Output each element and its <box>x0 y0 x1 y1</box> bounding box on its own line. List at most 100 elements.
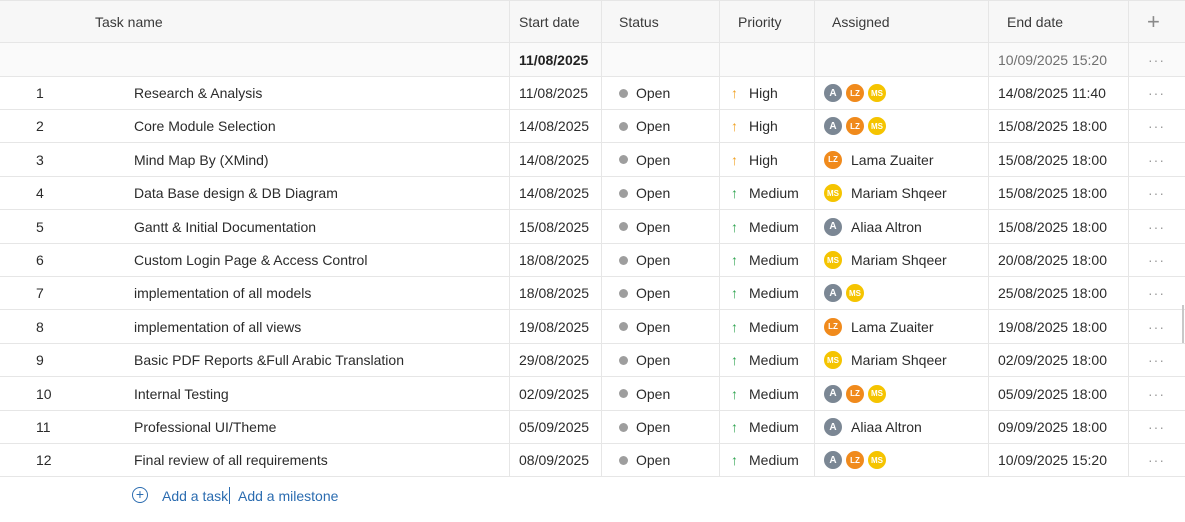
end-date[interactable]: 10/09/2025 15:20 <box>998 444 1107 476</box>
more-options-icon[interactable]: ··· <box>1148 211 1165 243</box>
priority-cell[interactable]: ↑ Medium <box>731 444 799 476</box>
status-cell[interactable]: Open <box>619 144 670 176</box>
more-options-icon[interactable]: ··· <box>1148 344 1165 376</box>
start-date[interactable]: 18/08/2025 <box>519 277 589 309</box>
end-date[interactable]: 15/08/2025 18:00 <box>998 144 1107 176</box>
assigned-cell[interactable]: A LZ MS <box>823 110 895 142</box>
end-date[interactable]: 15/08/2025 18:00 <box>998 177 1107 209</box>
column-header-status[interactable]: Status <box>619 1 659 42</box>
status-cell[interactable]: Open <box>619 211 670 243</box>
end-date[interactable]: 05/09/2025 18:00 <box>998 378 1107 410</box>
end-date[interactable]: 15/08/2025 18:00 <box>998 211 1107 243</box>
table-row[interactable]: 10 Internal Testing 02/09/2025 Open ↑ Medium A… <box>0 378 1185 411</box>
task-name[interactable]: Data Base design & DB Diagram <box>134 177 338 209</box>
table-row[interactable]: 9 Basic PDF Reports &Full Arabic Translat… <box>0 344 1185 378</box>
more-options-icon[interactable]: ··· <box>1148 444 1165 476</box>
task-name[interactable]: Core Module Selection <box>134 110 276 142</box>
end-date[interactable]: 25/08/2025 18:00 <box>998 277 1107 309</box>
task-name[interactable]: implementation of all models <box>134 277 311 309</box>
status-cell[interactable]: Open <box>619 110 670 142</box>
task-name[interactable]: Custom Login Page & Access Control <box>134 244 367 276</box>
more-options-icon[interactable]: ··· <box>1148 411 1165 443</box>
start-date[interactable]: 05/09/2025 <box>519 411 589 443</box>
priority-cell[interactable]: ↑ High <box>731 144 778 176</box>
start-date[interactable]: 14/08/2025 <box>519 144 589 176</box>
start-date[interactable]: 11/08/2025 <box>519 77 588 109</box>
priority-cell[interactable]: ↑ Medium <box>731 277 799 309</box>
column-header-priority[interactable]: Priority <box>738 1 782 42</box>
more-options-icon[interactable]: ··· <box>1148 43 1165 76</box>
task-name[interactable]: Professional UI/Theme <box>134 411 276 443</box>
task-name[interactable]: Final review of all requirements <box>134 444 328 476</box>
assigned-cell[interactable]: LZ Lama Zuaiter <box>823 144 933 176</box>
assigned-cell[interactable]: MS Mariam Shqeer <box>823 177 947 209</box>
status-cell[interactable]: Open <box>619 444 670 476</box>
assigned-cell[interactable]: MS Mariam Shqeer <box>823 244 947 276</box>
assigned-cell[interactable]: A LZ MS <box>823 444 895 476</box>
priority-cell[interactable]: ↑ High <box>731 110 778 142</box>
column-header-start-date[interactable]: Start date <box>519 1 580 42</box>
assigned-cell[interactable]: MS Mariam Shqeer <box>823 344 947 376</box>
status-cell[interactable]: Open <box>619 344 670 376</box>
priority-cell[interactable]: ↑ Medium <box>731 378 799 410</box>
assigned-cell[interactable]: LZ Lama Zuaiter <box>823 311 933 343</box>
end-date[interactable]: 15/08/2025 18:00 <box>998 110 1107 142</box>
priority-cell[interactable]: ↑ Medium <box>731 177 799 209</box>
table-row[interactable]: 3 Mind Map By (XMind) 14/08/2025 Open ↑ High L… <box>0 144 1185 177</box>
task-name[interactable]: Basic PDF Reports &Full Arabic Translati… <box>134 344 404 376</box>
status-cell[interactable]: Open <box>619 244 670 276</box>
assigned-cell[interactable]: A Aliaa Altron <box>823 411 922 443</box>
task-name[interactable]: implementation of all views <box>134 311 301 343</box>
assigned-cell[interactable]: A Aliaa Altron <box>823 211 922 243</box>
start-date[interactable]: 02/09/2025 <box>519 378 589 410</box>
task-name[interactable]: Gantt & Initial Documentation <box>134 211 316 243</box>
table-row[interactable]: 4 Data Base design & DB Diagram 14/08/2025… <box>0 177 1185 211</box>
table-row[interactable]: 11 Professional UI/Theme 05/09/2025 Open ↑ Me… <box>0 411 1185 444</box>
start-date[interactable]: 19/08/2025 <box>519 311 589 343</box>
status-cell[interactable]: Open <box>619 177 670 209</box>
assigned-cell[interactable]: A LZ MS <box>823 77 895 109</box>
status-cell[interactable]: Open <box>619 77 670 109</box>
status-cell[interactable]: Open <box>619 378 670 410</box>
table-row[interactable]: 5 Gantt & Initial Documentation 15/08/2025… <box>0 211 1185 244</box>
scrollbar[interactable] <box>1182 305 1184 343</box>
more-options-icon[interactable]: ··· <box>1148 244 1165 276</box>
start-date[interactable]: 15/08/2025 <box>519 211 589 243</box>
more-options-icon[interactable]: ··· <box>1148 77 1165 109</box>
priority-cell[interactable]: ↑ Medium <box>731 411 799 443</box>
assigned-cell[interactable]: A LZ MS <box>823 378 895 410</box>
end-date[interactable]: 19/08/2025 18:00 <box>998 311 1107 343</box>
add-circle-icon[interactable]: + <box>132 487 148 503</box>
add-column-icon[interactable]: + <box>1147 1 1160 42</box>
status-cell[interactable]: Open <box>619 411 670 443</box>
column-header-end-date[interactable]: End date <box>1007 1 1063 42</box>
status-cell[interactable]: Open <box>619 311 670 343</box>
end-date[interactable]: 20/08/2025 18:00 <box>998 244 1107 276</box>
column-header-assigned[interactable]: Assigned <box>832 1 890 42</box>
priority-cell[interactable]: ↑ Medium <box>731 211 799 243</box>
start-date[interactable]: 14/08/2025 <box>519 110 589 142</box>
table-row[interactable]: 8 implementation of all views 19/08/2025 Op… <box>0 311 1185 344</box>
column-header-task-name[interactable]: Task name <box>95 1 163 42</box>
add-milestone-link[interactable]: Add a milestone <box>238 488 338 504</box>
more-options-icon[interactable]: ··· <box>1148 110 1165 142</box>
status-cell[interactable]: Open <box>619 277 670 309</box>
end-date[interactable]: 14/08/2025 11:40 <box>998 77 1106 109</box>
end-date[interactable]: 02/09/2025 18:00 <box>998 344 1107 376</box>
priority-cell[interactable]: ↑ Medium <box>731 244 799 276</box>
more-options-icon[interactable]: ··· <box>1148 277 1165 309</box>
start-date[interactable]: 18/08/2025 <box>519 244 589 276</box>
table-row[interactable]: 6 Custom Login Page & Access Control 18/08… <box>0 244 1185 277</box>
more-options-icon[interactable]: ··· <box>1148 144 1165 176</box>
priority-cell[interactable]: ↑ Medium <box>731 344 799 376</box>
more-options-icon[interactable]: ··· <box>1148 311 1165 343</box>
table-row[interactable]: 7 implementation of all models 18/08/2025 O… <box>0 277 1185 311</box>
task-name[interactable]: Research & Analysis <box>134 77 262 109</box>
more-options-icon[interactable]: ··· <box>1148 378 1165 410</box>
start-date[interactable]: 08/09/2025 <box>519 444 589 476</box>
priority-cell[interactable]: ↑ Medium <box>731 311 799 343</box>
end-date[interactable]: 09/09/2025 18:00 <box>998 411 1107 443</box>
table-row[interactable]: 12 Final review of all requirements 08/09/… <box>0 444 1185 478</box>
table-row[interactable]: 2 Core Module Selection 14/08/2025 Open ↑ Hig… <box>0 110 1185 144</box>
more-options-icon[interactable]: ··· <box>1148 177 1165 209</box>
